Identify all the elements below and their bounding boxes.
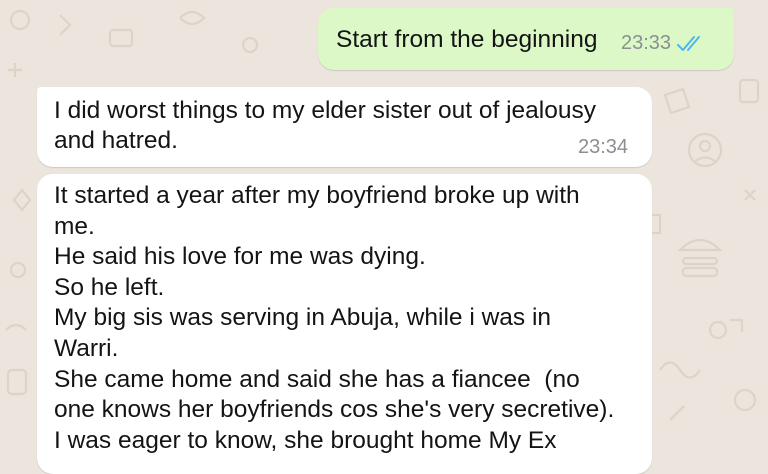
message-time: 23:34 <box>578 136 629 158</box>
message-text: It started a year after my boyfriend bro… <box>54 182 615 454</box>
message-text: I did worst things to my elder sister ou… <box>54 97 596 154</box>
double-check-read-icon <box>677 35 701 51</box>
incoming-message[interactable]: It started a year after my boyfriend bro… <box>37 174 652 474</box>
outgoing-message[interactable]: Start from the beginning 23:33 <box>318 8 734 70</box>
message-meta: 23:33 <box>621 32 703 55</box>
message-time: 23:33 <box>621 32 672 54</box>
incoming-message[interactable]: I did worst things to my elder sister ou… <box>37 87 652 167</box>
message-text: Start from the beginning <box>336 26 598 53</box>
